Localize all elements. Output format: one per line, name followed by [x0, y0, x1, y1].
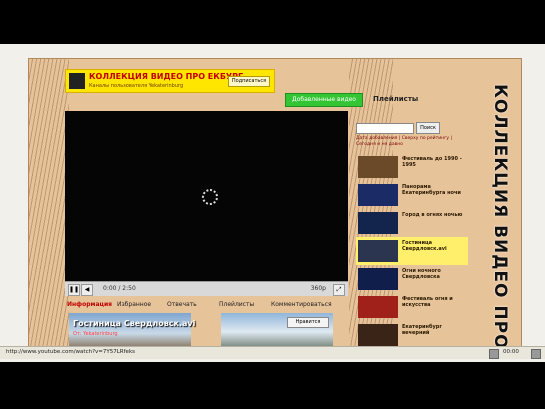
grass-decoration-left	[29, 59, 69, 347]
playlist-sidebar: Поиск Дата добавления | Сверху по рейтин…	[356, 115, 468, 347]
channel-logo	[69, 73, 85, 89]
playlist-thumbnail	[358, 240, 398, 262]
playlist-item[interactable]: Панорама Екатеринбурга ночи	[356, 181, 468, 209]
zoom-icon[interactable]	[489, 349, 499, 359]
playlist-item[interactable]: Екатеринбург вечерний	[356, 321, 468, 347]
tab-comments[interactable]: Комментироваться	[271, 301, 332, 308]
resize-grip-icon[interactable]	[531, 349, 541, 359]
fullscreen-button[interactable]: ⤢	[333, 284, 345, 296]
search-input[interactable]	[356, 123, 414, 134]
channel-title: КОЛЛЕКЦИЯ ВИДЕО ПРО ЕКБУРГ	[89, 72, 244, 81]
pause-button[interactable]: ❚❚	[68, 284, 80, 296]
volume-icon[interactable]: ◀	[81, 284, 93, 296]
tab-info[interactable]: Информация	[67, 301, 112, 308]
tab-playlists[interactable]: Плейлисты	[219, 301, 254, 308]
channel-subtitle: Каналы пользователя Yekaterinburg	[89, 83, 184, 89]
tab-favorites[interactable]: Избранное	[117, 301, 151, 308]
channel-header-banner[interactable]: КОЛЛЕКЦИЯ ВИДЕО ПРО ЕКБУРГ Каналы пользо…	[65, 69, 275, 93]
quality-selector[interactable]: 360p	[311, 285, 326, 292]
playlist-item-title: Гостиница Свердловск.avi	[402, 240, 447, 252]
playlist-thumbnail	[358, 268, 398, 290]
time-display: 0:00 / 2:50	[103, 285, 136, 292]
vertical-banner-text: КОЛЛЕКЦИЯ ВИДЕО ПРО	[490, 84, 510, 348]
playlist-item-title: Фестиваль до 1990 - 1995	[402, 156, 462, 168]
browser-status-bar: http://www.youtube.com/watch?v=7Y57LRfek…	[0, 346, 545, 359]
browser-viewport: КОЛЛЕКЦИЯ ВИДЕО ПРО ЕКБУРГ Каналы пользо…	[0, 44, 545, 362]
search-button[interactable]: Поиск	[416, 122, 440, 134]
video-info-panel[interactable]: Гостиница Свердловск.avi От: Yekaterinbu…	[69, 313, 195, 347]
playlist-item[interactable]: Фестиваль до 1990 - 1995	[356, 153, 468, 181]
playlist-item[interactable]: Город в огнях ночью	[356, 209, 468, 237]
playlist-thumbnail	[358, 324, 398, 346]
playlist-thumbnail	[358, 156, 398, 178]
status-clock: 00:00	[503, 349, 519, 355]
playlist-item-title: Панорама Екатеринбурга ночи	[402, 184, 461, 196]
like-button[interactable]: Нравится	[287, 317, 329, 328]
uploads-button[interactable]: Добавленные видео	[285, 93, 363, 107]
loading-spinner-icon	[202, 189, 218, 205]
channel-page: КОЛЛЕКЦИЯ ВИДЕО ПРО ЕКБУРГ Каналы пользо…	[28, 58, 522, 348]
player-controls: ❚❚ ◀ 0:00 / 2:50 360p ⤢	[65, 281, 348, 296]
playlist-thumbnail	[358, 296, 398, 318]
video-preview-thumbnail[interactable]: Нравится	[221, 313, 333, 347]
vertical-banner: КОЛЛЕКЦИЯ ВИДЕО ПРО	[475, 79, 515, 348]
playlist-item-title: Фестиваль огня и искусства	[402, 296, 453, 308]
video-uploader[interactable]: От: Yekaterinburg	[73, 331, 118, 337]
tab-reply[interactable]: Отвечать	[167, 301, 197, 308]
video-player[interactable]	[65, 111, 348, 281]
playlist-item-title: Огни ночного Свердловска	[402, 268, 441, 280]
video-title[interactable]: Гостиница Свердловск.avi	[73, 319, 195, 328]
status-url: http://www.youtube.com/watch?v=7Y57LRfek…	[6, 349, 135, 355]
playlist-thumbnail	[358, 184, 398, 206]
playlist-thumbnail	[358, 212, 398, 234]
channel-tabs: Информация Избранное Отвечать Плейлисты …	[67, 301, 337, 311]
playlist-item[interactable]: Фестиваль огня и искусства	[356, 293, 468, 321]
playlist-item-selected[interactable]: Гостиница Свердловск.avi	[356, 237, 468, 265]
playlist-item-title: Екатеринбург вечерний	[402, 324, 442, 336]
subscribe-button[interactable]: Подписаться	[228, 76, 270, 87]
playlist-item-title: Город в огнях ночью	[402, 212, 463, 218]
playlists-tab[interactable]: Плейлисты	[373, 95, 418, 103]
playlist-item[interactable]: Огни ночного Свердловска	[356, 265, 468, 293]
sort-links[interactable]: Дата добавления | Сверху по рейтингу | С…	[356, 136, 468, 148]
